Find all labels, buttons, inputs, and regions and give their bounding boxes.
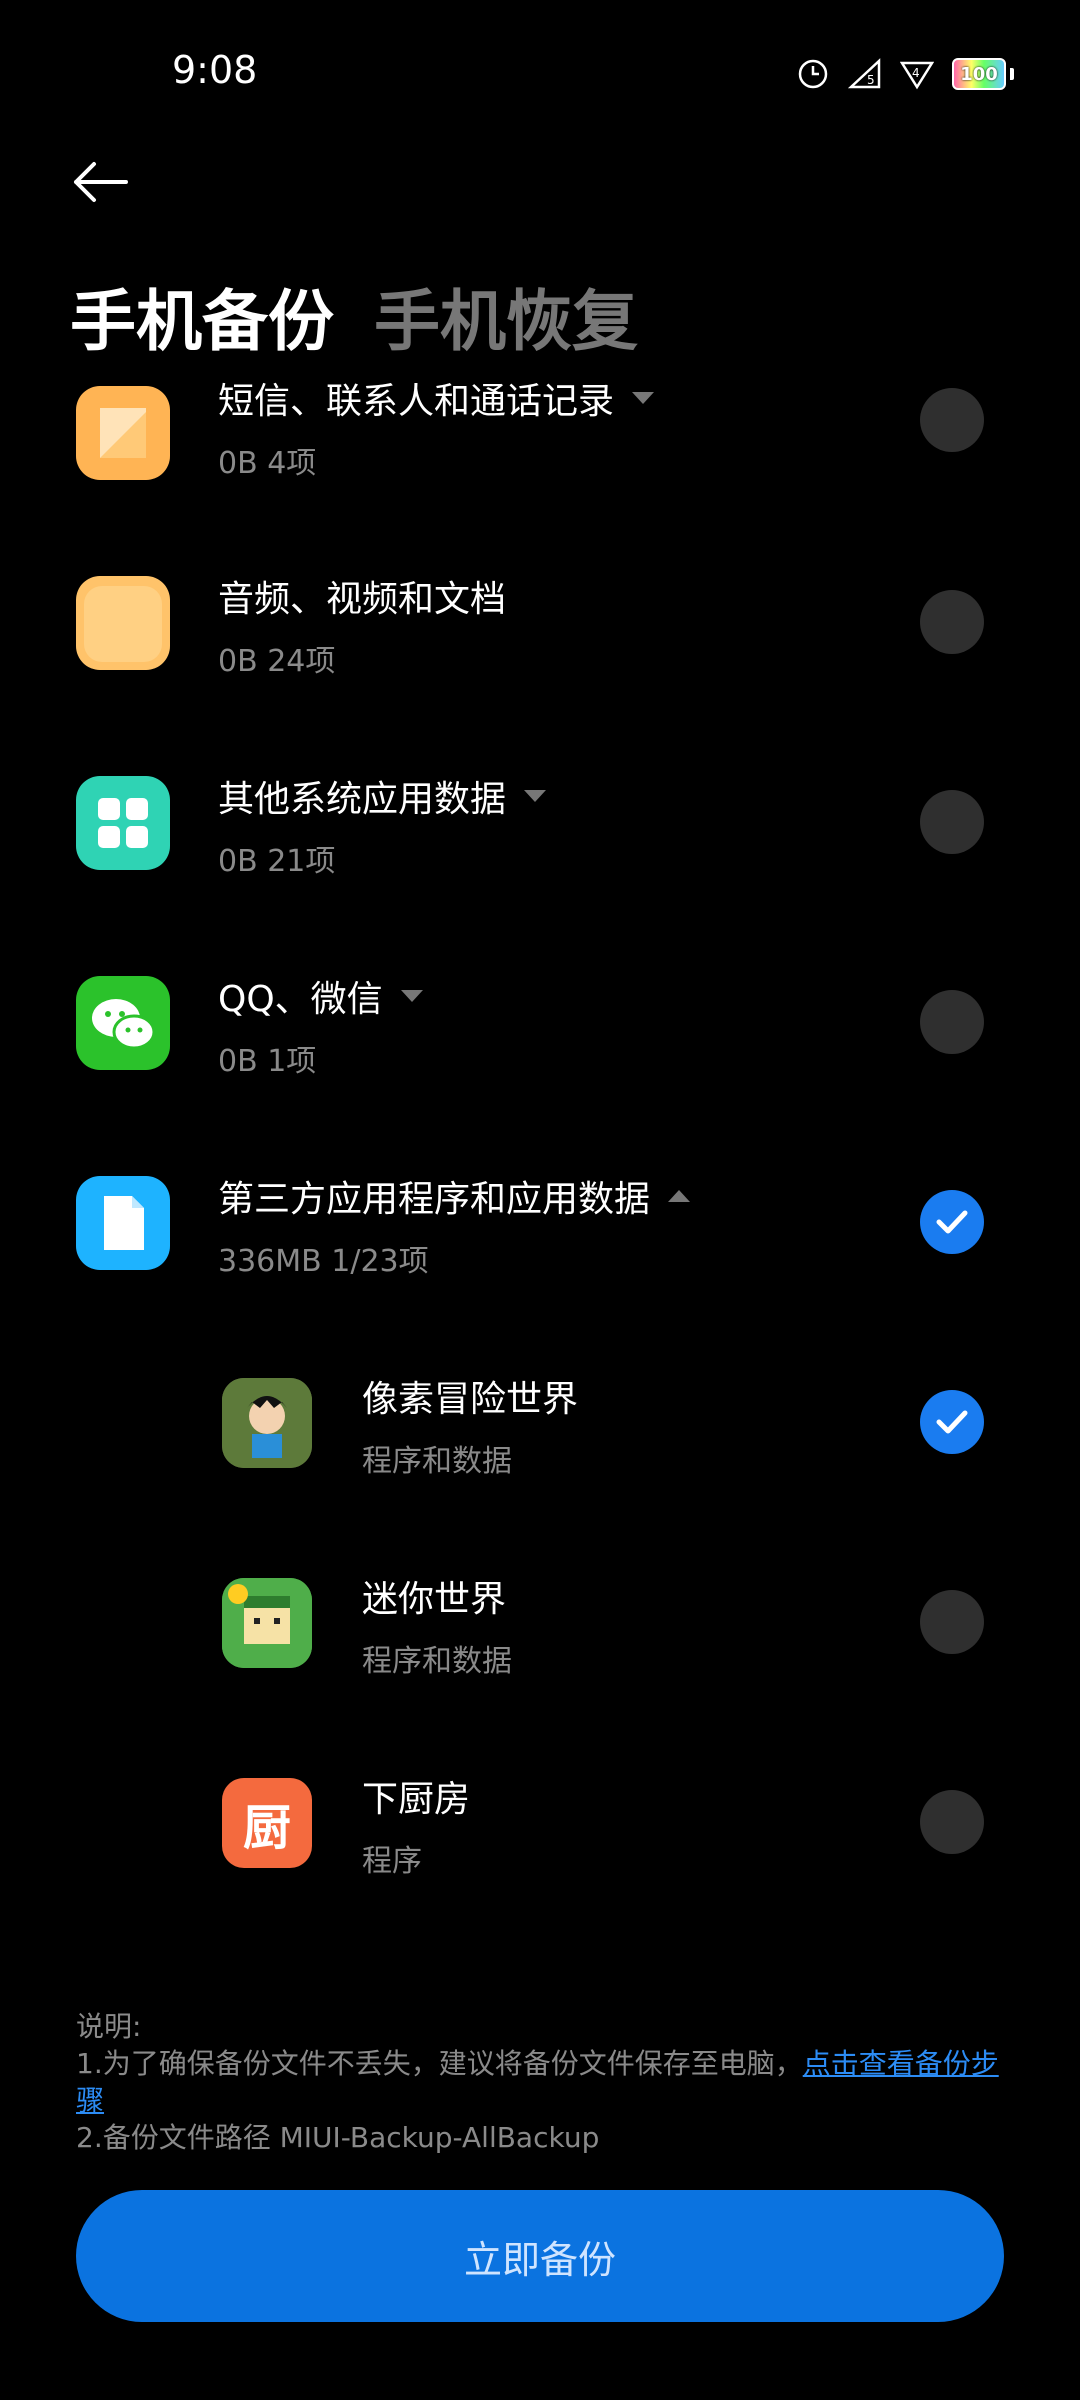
- list-item-xiachufang[interactable]: 厨 下厨房 程序: [0, 1760, 1080, 1960]
- item-subtitle: 程序: [362, 1844, 422, 1879]
- tab-bar: 手机备份 手机恢复: [70, 268, 638, 364]
- document-icon: [76, 1176, 170, 1270]
- pixel-adventure-app-icon: [222, 1378, 312, 1468]
- checkmark-icon: [936, 1410, 968, 1434]
- wechat-icon: [76, 976, 170, 1070]
- item-title: QQ、微信: [218, 979, 383, 1020]
- select-checkbox[interactable]: [920, 790, 984, 854]
- notes-heading: 说明:: [76, 2010, 142, 2043]
- folder-icon: [76, 576, 170, 670]
- select-checkbox[interactable]: [920, 590, 984, 654]
- backup-now-button[interactable]: 立即备份: [76, 2190, 1004, 2322]
- list-item-qq-wechat[interactable]: QQ、微信 0B 1项: [0, 960, 1080, 1160]
- status-bar: 9:08 5 4 100: [0, 0, 1080, 150]
- list-item-media-docs[interactable]: 音频、视频和文档 0B 24项: [0, 560, 1080, 760]
- list-item-sms-contacts[interactable]: 短信、联系人和通话记录 0B 4项: [0, 360, 1080, 560]
- svg-text:4: 4: [912, 66, 920, 80]
- notes-line-1: 1.为了确保备份文件不丢失，建议将备份文件保存至电脑，: [76, 2047, 803, 2080]
- item-subtitle: 0B 21项: [218, 844, 336, 879]
- item-title: 像素冒险世界: [362, 1379, 579, 1420]
- select-checkbox[interactable]: [920, 1590, 984, 1654]
- wifi-4g-icon: 4: [900, 61, 934, 90]
- back-arrow-icon: [74, 162, 128, 202]
- status-icons: 5 4 100: [796, 56, 1014, 92]
- select-checkbox-checked[interactable]: [920, 1390, 984, 1454]
- checkmark-icon: [936, 1210, 968, 1234]
- item-title: 其他系统应用数据: [218, 779, 507, 820]
- select-checkbox[interactable]: [920, 1790, 984, 1854]
- item-title: 短信、联系人和通话记录: [218, 381, 615, 422]
- list-item-mini-world[interactable]: 迷你世界 程序和数据: [0, 1560, 1080, 1760]
- item-subtitle: 0B 24项: [218, 644, 336, 679]
- list-item-system-apps[interactable]: 其他系统应用数据 0B 21项: [0, 760, 1080, 960]
- tab-phone-backup[interactable]: 手机备份: [70, 268, 334, 364]
- expand-caret-icon[interactable]: [400, 990, 423, 1002]
- backup-notes: 说明: 1.为了确保备份文件不丢失，建议将备份文件保存至电脑，点击查看备份步骤 …: [76, 2008, 1006, 2156]
- battery-icon: 100: [952, 58, 1006, 90]
- item-title: 音频、视频和文档: [218, 579, 507, 620]
- item-subtitle: 程序和数据: [362, 1644, 512, 1679]
- collapse-caret-icon[interactable]: [668, 1190, 691, 1202]
- mini-world-app-icon: [222, 1578, 312, 1668]
- select-checkbox[interactable]: [920, 388, 984, 452]
- back-button[interactable]: [70, 152, 140, 212]
- notes-line-2: 2.备份文件路径 MIUI-Backup-AllBackup: [76, 2121, 600, 2154]
- apps-grid-icon: [76, 776, 170, 870]
- battery-cap: [1010, 68, 1014, 80]
- item-title: 迷你世界: [362, 1579, 507, 1620]
- select-checkbox-checked[interactable]: [920, 1190, 984, 1254]
- tab-phone-restore[interactable]: 手机恢复: [374, 268, 638, 364]
- signal-5g-icon: 5: [848, 58, 881, 89]
- list-item-pixel-adventure[interactable]: 像素冒险世界 程序和数据: [0, 1360, 1080, 1560]
- item-subtitle: 336MB 1/23项: [218, 1244, 429, 1279]
- item-subtitle: 0B 1项: [218, 1044, 317, 1079]
- select-checkbox[interactable]: [920, 990, 984, 1054]
- xiachufang-app-icon: 厨: [222, 1778, 312, 1868]
- svg-text:5: 5: [867, 73, 875, 87]
- item-subtitle: 程序和数据: [362, 1444, 512, 1479]
- expand-caret-icon[interactable]: [524, 790, 547, 802]
- list-item-third-party-apps[interactable]: 第三方应用程序和应用数据 336MB 1/23项: [0, 1160, 1080, 1360]
- item-title: 第三方应用程序和应用数据: [218, 1179, 651, 1220]
- item-title: 下厨房: [362, 1779, 471, 1820]
- battery-level: 100: [960, 63, 998, 85]
- alarm-clock-icon: [798, 59, 828, 89]
- item-subtitle: 0B 4项: [218, 446, 317, 481]
- sms-contacts-icon: [76, 386, 170, 480]
- status-time: 9:08: [172, 48, 258, 92]
- app-icon-glyph: 厨: [242, 1800, 291, 1856]
- expand-caret-icon[interactable]: [632, 392, 655, 404]
